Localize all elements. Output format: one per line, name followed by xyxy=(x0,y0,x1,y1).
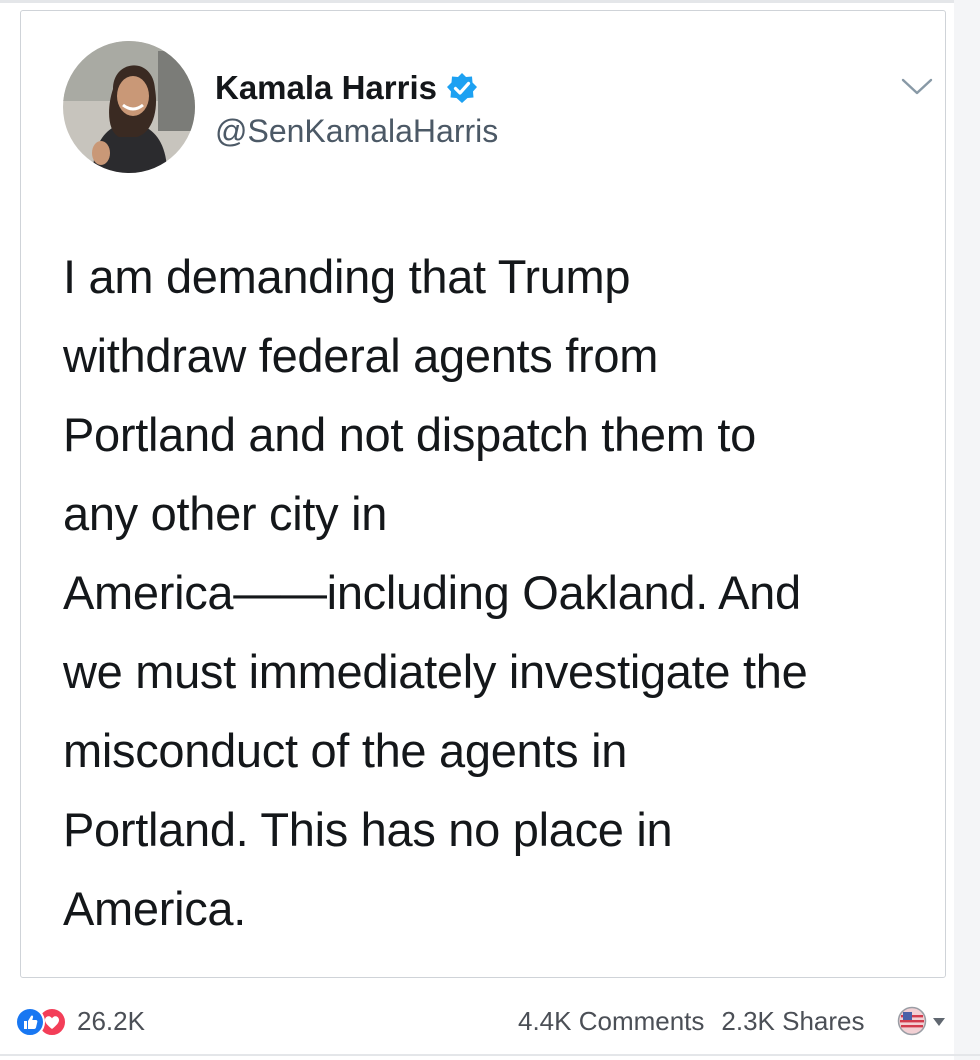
tweet-line: America. xyxy=(63,882,247,935)
author-handle[interactable]: @SenKamalaHarris xyxy=(215,113,498,150)
avatar-photo xyxy=(63,41,195,173)
caret-down-icon[interactable] xyxy=(931,1017,947,1027)
author-name[interactable]: Kamala Harris xyxy=(215,69,437,107)
profile-avatar[interactable] xyxy=(63,41,195,173)
reaction-flag-icon[interactable] xyxy=(897,1006,927,1036)
tweet-line: we must immediately investigate the xyxy=(63,645,808,698)
tweet-card: Kamala Harris @SenKamalaHarris I am dema… xyxy=(20,10,946,978)
reactions-summary[interactable]: 26.2K xyxy=(15,1006,145,1037)
author-row: Kamala Harris xyxy=(215,69,478,107)
tweet-line: Portland. This has no place in xyxy=(63,803,673,856)
tweet-line: misconduct of the agents in xyxy=(63,724,628,777)
top-divider xyxy=(0,0,980,3)
tweet-line: Portland and not dispatch them to xyxy=(63,408,756,461)
comments-count[interactable]: 4.4K Comments xyxy=(518,1006,704,1037)
bottom-divider xyxy=(0,1054,980,1056)
post-stats: 4.4K Comments 2.3K Shares xyxy=(518,1006,865,1037)
verified-badge-icon xyxy=(446,72,478,104)
tweet-line: America——including Oakland. And xyxy=(63,566,801,619)
tweet-line: withdraw federal agents from xyxy=(63,329,659,382)
tweet-line: any other city in xyxy=(63,487,388,540)
shares-count[interactable]: 2.3K Shares xyxy=(721,1006,864,1037)
reactions-count[interactable]: 26.2K xyxy=(77,1006,145,1037)
page-edge xyxy=(954,0,980,1060)
chevron-down-icon[interactable] xyxy=(897,73,937,99)
tweet-body: I am demanding that Trump withdraw feder… xyxy=(63,237,933,948)
like-reaction-icon xyxy=(15,1006,45,1037)
tweet-line: I am demanding that Trump xyxy=(63,250,631,303)
